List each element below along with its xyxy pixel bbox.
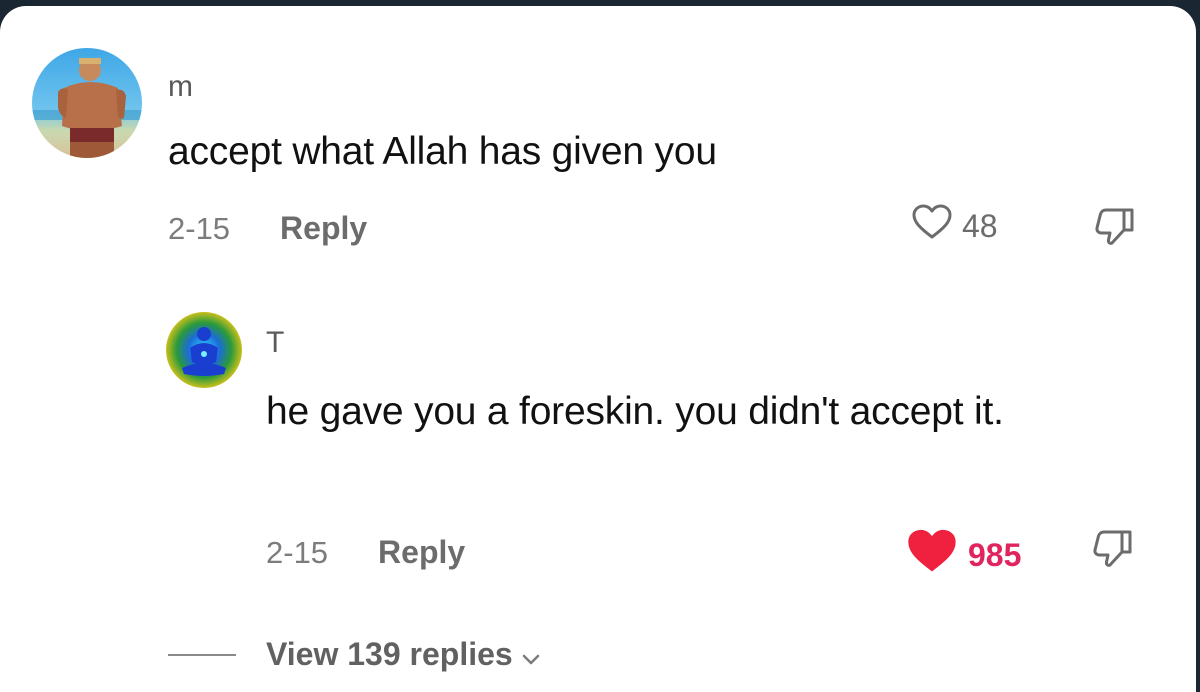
dislike-button[interactable] bbox=[1094, 206, 1138, 251]
divider-line bbox=[168, 653, 236, 656]
heart-filled-icon bbox=[906, 528, 958, 582]
chevron-down-icon bbox=[521, 638, 541, 675]
dislike-button[interactable] bbox=[1092, 528, 1136, 573]
reply-text: he gave you a foreskin. you didn't accep… bbox=[266, 390, 1004, 433]
thumbs-down-icon bbox=[1094, 208, 1138, 250]
view-replies-button[interactable]: View 139 replies bbox=[168, 634, 541, 675]
comment-thread-card: m accept what Allah has given you 2-15 R… bbox=[0, 6, 1196, 692]
like-count: 48 bbox=[962, 207, 998, 244]
reply-meta: 2-15 Reply bbox=[266, 534, 465, 571]
reply-button[interactable]: Reply bbox=[280, 210, 367, 247]
comment-meta: 2-15 Reply bbox=[168, 210, 367, 247]
commenter-avatar[interactable] bbox=[32, 48, 142, 158]
commenter-username[interactable]: m bbox=[168, 72, 193, 102]
like-button[interactable]: 985 bbox=[906, 528, 1021, 582]
comment-text: accept what Allah has given you bbox=[168, 130, 717, 173]
thumbs-down-icon bbox=[1092, 530, 1136, 572]
view-replies-label: View 139 replies bbox=[266, 636, 513, 672]
replier-avatar[interactable] bbox=[166, 312, 242, 388]
reply-button[interactable]: Reply bbox=[378, 534, 465, 571]
like-button[interactable]: 48 bbox=[912, 204, 998, 248]
comment-date: 2-15 bbox=[168, 210, 231, 246]
like-count: 985 bbox=[968, 536, 1022, 573]
heart-outline-icon bbox=[912, 204, 952, 248]
replier-username[interactable]: T bbox=[266, 328, 284, 358]
reply-date: 2-15 bbox=[266, 534, 329, 570]
